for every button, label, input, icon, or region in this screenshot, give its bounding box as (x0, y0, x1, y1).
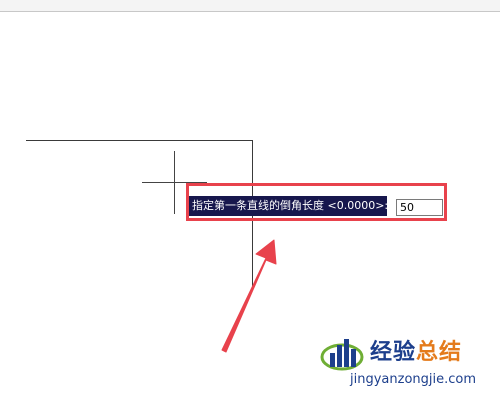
drawing-line-horizontal[interactable] (26, 140, 252, 141)
cad-drawing-canvas[interactable]: 指定第一条直线的倒角长度 <0.0000>: 50 经验总结 jingyanzo… (0, 0, 500, 398)
crosshair-vertical (174, 151, 175, 214)
window-top-edge (0, 0, 500, 12)
highlight-frame (186, 183, 447, 221)
logo-bars-icon (320, 339, 364, 371)
watermark-title-main: 经验 (370, 340, 417, 365)
red-arrow-icon (221, 239, 277, 353)
watermark-title-accent: 总结 (416, 340, 463, 365)
watermark-title: 经验总结 (370, 334, 462, 366)
watermark: 经验总结 jingyanzongjie.com (318, 330, 500, 398)
watermark-url: jingyanzongjie.com (350, 372, 477, 387)
